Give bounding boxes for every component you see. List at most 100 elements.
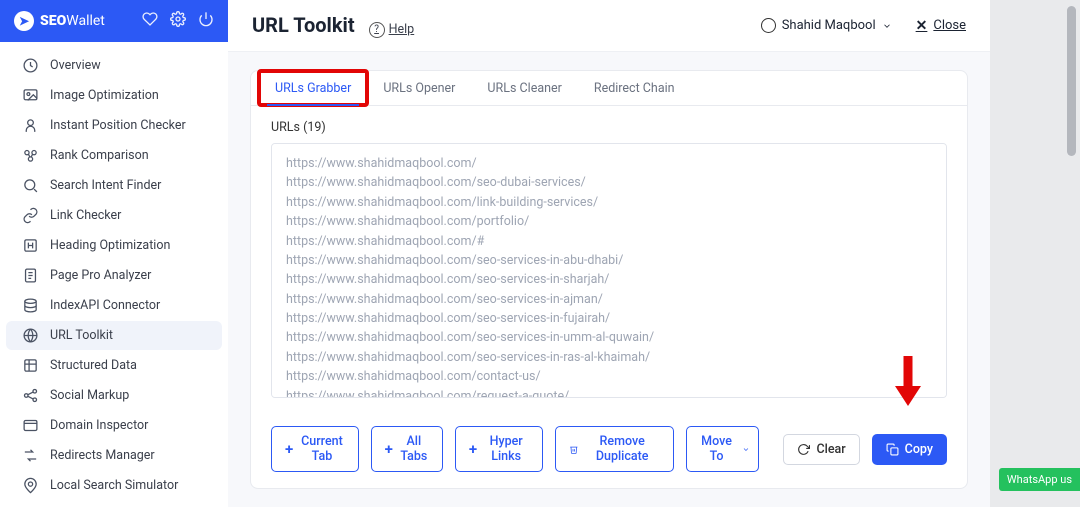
current-tab-button[interactable]: +Current Tab <box>271 426 359 472</box>
sidebar-item-overview[interactable]: Overview <box>6 51 222 80</box>
close-button[interactable]: ✕ Close <box>916 18 966 34</box>
move-to-button[interactable]: Move To <box>686 426 760 472</box>
sidebar-item-label: Page Pro Analyzer <box>50 268 151 283</box>
action-bar: +Current Tab +All Tabs +Hyper Links Remo… <box>251 412 967 488</box>
logo-icon: ➤ <box>14 11 34 31</box>
page-title: URL Toolkit <box>252 13 355 37</box>
power-icon[interactable] <box>198 11 214 31</box>
sidebar-item-label: Heading Optimization <box>50 238 170 253</box>
structured-icon <box>22 357 39 374</box>
url-line: https://www.shahidmaqbool.com/seo-servic… <box>286 309 932 328</box>
topbar: URL Toolkit Help Shahid Maqbool ✕ Close <box>228 0 990 52</box>
url-line: https://www.shahidmaqbool.com/link-build… <box>286 193 932 212</box>
whatsapp-badge[interactable]: WhatsApp us <box>999 468 1080 491</box>
url-line: https://www.shahidmaqbool.com/seo-servic… <box>286 328 932 347</box>
tab-urls-grabber[interactable]: URLs Grabber <box>259 71 367 105</box>
sidebar-item-label: Link Checker <box>50 208 121 223</box>
sidebar-item-label: Overview <box>50 58 101 73</box>
tabs: URLs GrabberURLs OpenerURLs CleanerRedir… <box>251 71 967 106</box>
copy-button[interactable]: Copy <box>872 434 947 465</box>
sidebar-item-indexapi[interactable]: IndexAPI Connector <box>6 291 222 320</box>
close-label: Close <box>933 18 966 33</box>
chevron-down-icon <box>882 21 892 31</box>
page-scrollbar[interactable] <box>1064 0 1076 507</box>
tab-urls-cleaner[interactable]: URLs Cleaner <box>471 71 577 105</box>
redirects-icon <box>22 447 39 464</box>
search-intent-icon <box>22 177 39 194</box>
indexapi-icon <box>22 297 39 314</box>
user-icon <box>761 18 776 33</box>
plus-icon: + <box>285 442 293 457</box>
local-search-icon <box>22 477 39 494</box>
tab-redirect-chain[interactable]: Redirect Chain <box>578 71 691 105</box>
help-link[interactable]: Help <box>369 22 415 38</box>
sidebar: ➤ SEOWallet Overview Image Optimization In… <box>0 0 228 507</box>
sidebar-item-label: Structured Data <box>50 358 137 373</box>
image-opt-icon <box>22 87 39 104</box>
sidebar-item-social-markup[interactable]: Social Markup <box>6 381 222 410</box>
sidebar-item-structured[interactable]: Structured Data <box>6 351 222 380</box>
remove-duplicate-button[interactable]: Remove Duplicate <box>555 426 673 472</box>
url-toolkit-icon <box>22 327 39 344</box>
sidebar-item-domain-insp[interactable]: Domain Inspector <box>6 411 222 440</box>
brand-bar: ➤ SEOWallet <box>0 0 228 42</box>
main: URL Toolkit Help Shahid Maqbool ✕ Close … <box>228 0 990 507</box>
social-markup-icon <box>22 387 39 404</box>
url-line: https://www.shahidmaqbool.com/portfolio/ <box>286 212 932 231</box>
sidebar-item-search-intent[interactable]: Search Intent Finder <box>6 171 222 200</box>
sidebar-item-label: Social Markup <box>50 388 129 403</box>
sidebar-item-label: Instant Position Checker <box>50 118 186 133</box>
hyper-links-button[interactable]: +Hyper Links <box>455 426 543 472</box>
instant-pos-icon <box>22 117 39 134</box>
sidebar-item-label: Rank Comparison <box>50 148 149 163</box>
url-line: https://www.shahidmaqbool.com/seo-dubai-… <box>286 173 932 192</box>
url-line: https://www.shahidmaqbool.com/# <box>286 232 932 251</box>
sidebar-item-image-opt[interactable]: Image Optimization <box>6 81 222 110</box>
sidebar-item-local-search[interactable]: Local Search Simulator <box>6 471 222 500</box>
url-line: https://www.shahidmaqbool.com/seo-servic… <box>286 251 932 270</box>
sidebar-item-link-checker[interactable]: Link Checker <box>6 201 222 230</box>
url-line: https://www.shahidmaqbool.com/contact-us… <box>286 367 932 386</box>
plus-icon: + <box>385 442 393 457</box>
sidebar-item-label: Search Intent Finder <box>50 178 161 193</box>
url-textarea[interactable]: https://www.shahidmaqbool.com/https://ww… <box>271 143 947 398</box>
sidebar-item-rank-comp[interactable]: Rank Comparison <box>6 141 222 170</box>
close-icon: ✕ <box>916 18 928 34</box>
clear-button[interactable]: Clear <box>783 434 859 465</box>
sidebar-item-url-toolkit[interactable]: URL Toolkit <box>6 321 222 350</box>
panel: URLs GrabberURLs OpenerURLs CleanerRedir… <box>250 70 968 489</box>
sidebar-item-label: URL Toolkit <box>50 328 113 343</box>
nav-list: Overview Image Optimization Instant Positi… <box>0 42 228 507</box>
sidebar-item-label: Redirects Manager <box>50 448 155 463</box>
trash-icon <box>569 443 579 456</box>
user-name: Shahid Maqbool <box>782 18 876 33</box>
sidebar-item-page-pro[interactable]: Page Pro Analyzer <box>6 261 222 290</box>
copy-icon <box>886 443 899 456</box>
all-tabs-button[interactable]: +All Tabs <box>371 426 443 472</box>
url-count-label: URLs (19) <box>271 120 947 135</box>
chevron-down-icon <box>742 444 750 455</box>
sidebar-item-heading-opt[interactable]: Heading Optimization <box>6 231 222 260</box>
overview-icon <box>22 57 39 74</box>
refresh-icon <box>797 443 810 456</box>
brand-name: SEOWallet <box>40 13 105 29</box>
logo[interactable]: ➤ SEOWallet <box>14 11 105 31</box>
heart-icon[interactable] <box>142 11 158 31</box>
page-pro-icon <box>22 267 39 284</box>
gear-icon[interactable] <box>170 11 186 31</box>
url-line: https://www.shahidmaqbool.com/seo-servic… <box>286 270 932 289</box>
sidebar-item-instant-pos[interactable]: Instant Position Checker <box>6 111 222 140</box>
sidebar-item-label: IndexAPI Connector <box>50 298 160 313</box>
heading-opt-icon <box>22 237 39 254</box>
url-line: https://www.shahidmaqbool.com/seo-servic… <box>286 348 932 367</box>
scrollbar-thumb[interactable] <box>1067 6 1076 156</box>
link-checker-icon <box>22 207 39 224</box>
sidebar-item-label: Image Optimization <box>50 88 159 103</box>
tab-urls-opener[interactable]: URLs Opener <box>367 71 471 105</box>
rank-comp-icon <box>22 147 39 164</box>
sidebar-item-redirects[interactable]: Redirects Manager <box>6 441 222 470</box>
user-menu[interactable]: Shahid Maqbool <box>761 18 892 33</box>
sidebar-item-serp[interactable]: SERP Analysis <box>6 501 222 507</box>
domain-insp-icon <box>22 417 39 434</box>
sidebar-item-label: Local Search Simulator <box>50 478 178 493</box>
